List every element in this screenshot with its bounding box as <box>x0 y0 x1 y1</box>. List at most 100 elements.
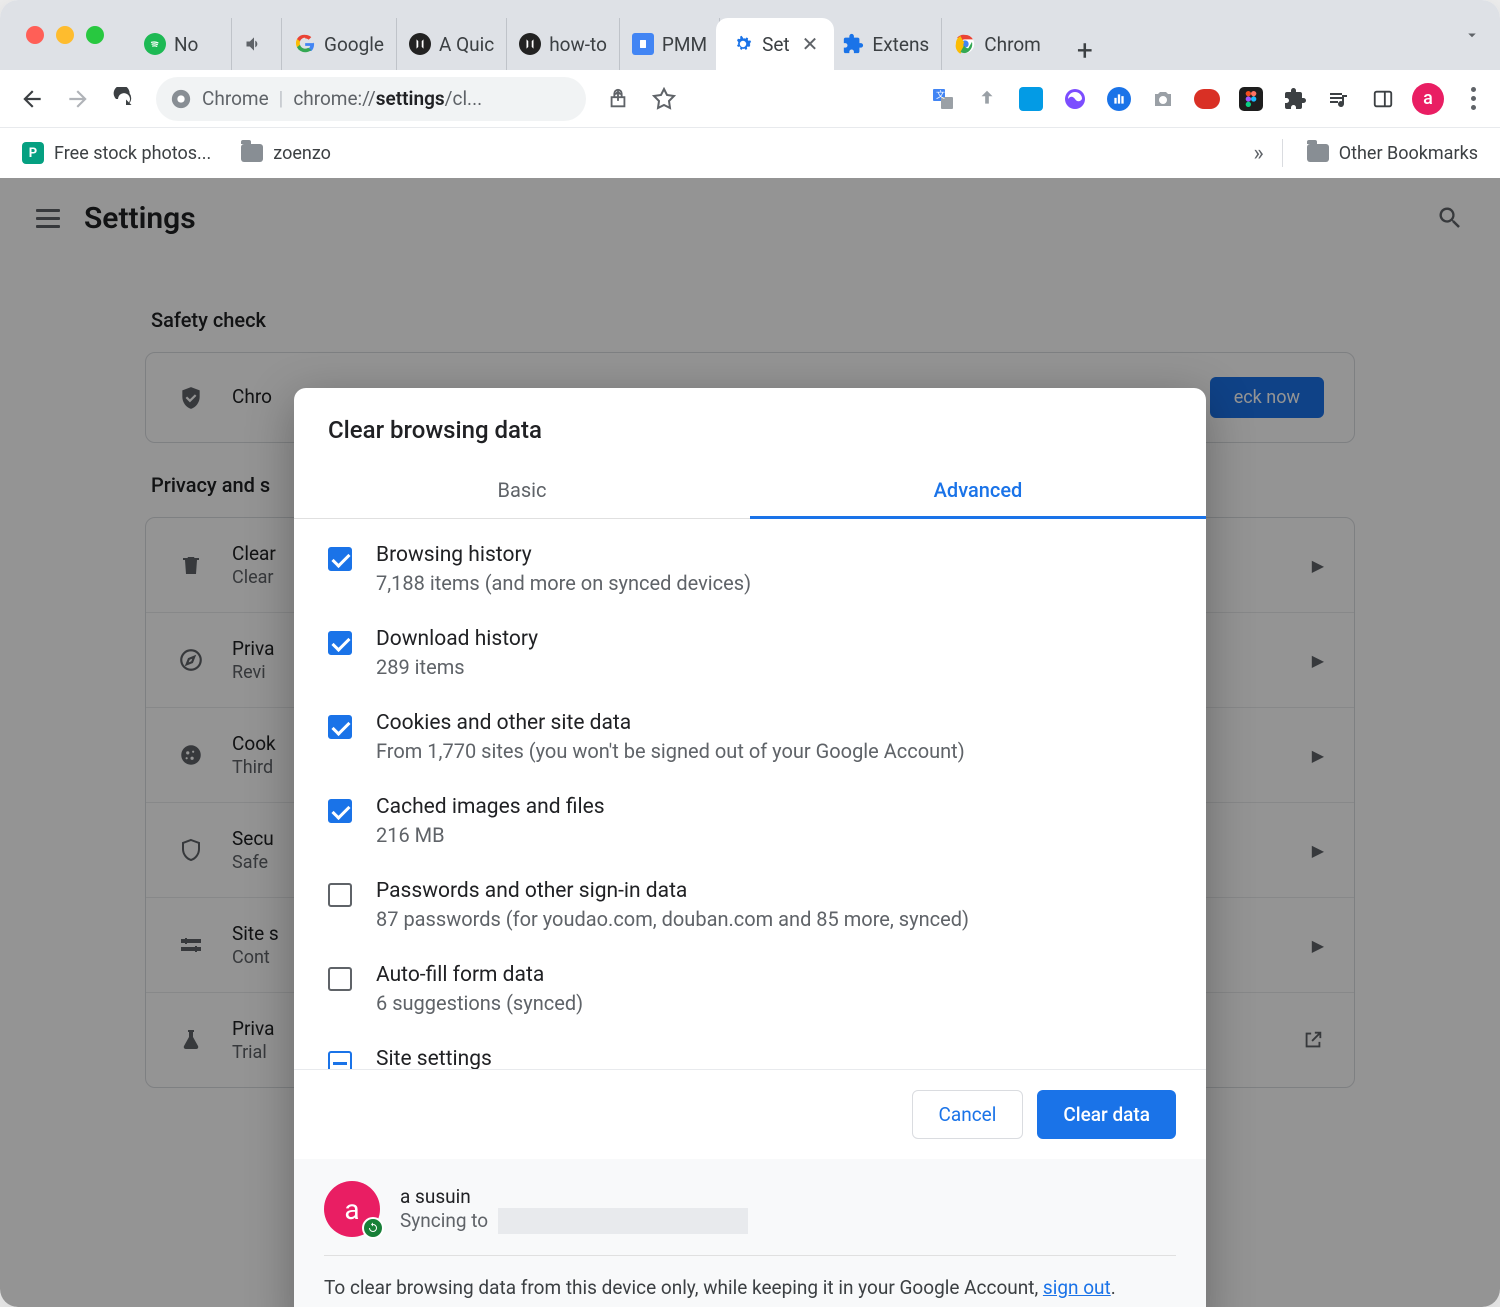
kebab-menu-button[interactable] <box>1458 84 1488 114</box>
tab-label: how-to <box>549 33 607 56</box>
fullscreen-window-button[interactable] <box>86 26 104 44</box>
spotify-icon <box>144 33 166 55</box>
extensions-puzzle-icon[interactable] <box>1280 84 1310 114</box>
tab-settings[interactable]: Set ✕ <box>720 18 830 70</box>
tab-quick[interactable]: A Quic <box>397 18 507 70</box>
tab-advanced[interactable]: Advanced <box>750 464 1206 519</box>
tab-label: No <box>174 33 198 56</box>
item-cookies: Cookies and other site dataFrom 1,770 si… <box>328 695 1172 779</box>
url-text: chrome://settings/cl... <box>293 87 482 110</box>
other-bookmarks-button[interactable]: Other Bookmarks <box>1301 139 1484 168</box>
address-bar[interactable]: Chrome | chrome://settings/cl... <box>156 77 586 121</box>
tab-google[interactable]: Google <box>282 18 397 70</box>
playlist-icon[interactable] <box>1324 84 1354 114</box>
notion-icon <box>519 33 541 55</box>
chrome-secure-icon <box>170 88 192 110</box>
tab-label: PMM <box>662 33 707 56</box>
svg-text:文: 文 <box>936 89 945 101</box>
translate-icon[interactable]: 文 <box>928 84 958 114</box>
checkbox[interactable] <box>328 547 352 571</box>
item-site-settings: Site settings <box>328 1031 1172 1069</box>
tab-spotify[interactable]: No <box>132 18 232 70</box>
tab-pmm[interactable]: PMM <box>620 18 720 70</box>
separator <box>1282 139 1283 167</box>
upload-icon[interactable] <box>972 84 1002 114</box>
checkbox[interactable] <box>328 631 352 655</box>
tabs-overflow-button[interactable] <box>1452 15 1492 55</box>
dialog-tabs: Basic Advanced <box>294 464 1206 519</box>
toolbar: Chrome | chrome://settings/cl... 文 a <box>0 70 1500 128</box>
new-tab-button[interactable]: + <box>1065 30 1105 70</box>
back-button[interactable] <box>12 79 52 119</box>
bookmarks-bar: P Free stock photos... zoenzo » Other Bo… <box>0 128 1500 178</box>
ext-red-icon[interactable] <box>1192 84 1222 114</box>
notion-icon <box>409 33 431 55</box>
masked-email <box>498 1208 748 1234</box>
tab-howto[interactable]: how-to <box>507 18 620 70</box>
item-browsing-history: Browsing history7,188 items (and more on… <box>328 527 1172 611</box>
figma-icon[interactable] <box>1236 84 1266 114</box>
clear-browsing-data-dialog: Clear browsing data Basic Advanced Brows… <box>294 388 1206 1307</box>
tab-muted[interactable] <box>232 18 282 70</box>
tab-strip: No Google A Quic how-to PMM <box>132 0 1452 70</box>
sidepanel-icon[interactable] <box>1368 84 1398 114</box>
bookmark-zoenzo[interactable]: zoenzo <box>235 139 337 168</box>
google-icon <box>294 33 316 55</box>
ext3-icon[interactable] <box>1104 84 1134 114</box>
dialog-footer: a a susuin Syncing to To clear browsing … <box>294 1159 1206 1307</box>
checkbox[interactable] <box>328 1051 352 1069</box>
close-window-button[interactable] <box>26 26 44 44</box>
tab-basic[interactable]: Basic <box>294 464 750 518</box>
chrome-icon <box>954 33 976 55</box>
checkbox[interactable] <box>328 883 352 907</box>
camera-icon[interactable] <box>1148 84 1178 114</box>
item-autofill: Auto-fill form data6 suggestions (synced… <box>328 947 1172 1031</box>
url-prefix: Chrome <box>202 87 269 110</box>
bookmark-label: Free stock photos... <box>54 143 211 164</box>
cancel-button[interactable]: Cancel <box>912 1090 1024 1139</box>
item-passwords: Passwords and other sign-in data87 passw… <box>328 863 1172 947</box>
folder-icon <box>241 144 263 162</box>
mute-icon <box>244 34 264 54</box>
user-name: a susuin <box>400 1185 748 1208</box>
ext1-icon[interactable] <box>1016 84 1046 114</box>
reload-button[interactable] <box>104 79 144 119</box>
dialog-item-list[interactable]: Browsing history7,188 items (and more on… <box>294 519 1206 1069</box>
tab-extensions[interactable]: Extens <box>830 18 942 70</box>
share-button[interactable] <box>598 79 638 119</box>
tab-label: Google <box>324 33 384 56</box>
sign-out-link[interactable]: sign out <box>1043 1276 1111 1299</box>
sync-badge-icon <box>362 1217 384 1239</box>
item-download-history: Download history289 items <box>328 611 1172 695</box>
bookmark-label: zoenzo <box>273 143 331 164</box>
window-titlebar: No Google A Quic how-to PMM <box>0 0 1500 70</box>
checkbox[interactable] <box>328 715 352 739</box>
signout-note: To clear browsing data from this device … <box>324 1274 1176 1303</box>
tab-label: Set <box>762 33 790 56</box>
user-avatar: a <box>324 1181 380 1237</box>
profile-avatar[interactable]: a <box>1412 83 1444 115</box>
checkbox[interactable] <box>328 799 352 823</box>
bookmark-pexels[interactable]: P Free stock photos... <box>16 138 217 168</box>
bookmark-star-button[interactable] <box>644 79 684 119</box>
tab-label: Extens <box>872 33 929 56</box>
syncing-label: Syncing to <box>400 1209 488 1232</box>
folder-icon <box>1307 144 1329 162</box>
clear-data-button[interactable]: Clear data <box>1037 1090 1176 1139</box>
close-tab-icon[interactable]: ✕ <box>802 32 819 56</box>
checkbox[interactable] <box>328 967 352 991</box>
window-controls <box>0 26 122 44</box>
tab-label: Chrom <box>984 33 1041 56</box>
bookmark-label: Other Bookmarks <box>1339 143 1478 164</box>
ext2-icon[interactable] <box>1060 84 1090 114</box>
minimize-window-button[interactable] <box>56 26 74 44</box>
dialog-title: Clear browsing data <box>294 388 1206 464</box>
pexels-icon: P <box>22 142 44 164</box>
dialog-actions: Cancel Clear data <box>294 1069 1206 1159</box>
tab-label: A Quic <box>439 33 494 56</box>
tab-chrome[interactable]: Chrom <box>942 18 1053 70</box>
gear-icon <box>732 33 754 55</box>
bookmarks-overflow-button[interactable]: » <box>1253 141 1263 166</box>
doc-icon <box>632 33 654 55</box>
forward-button[interactable] <box>58 79 98 119</box>
